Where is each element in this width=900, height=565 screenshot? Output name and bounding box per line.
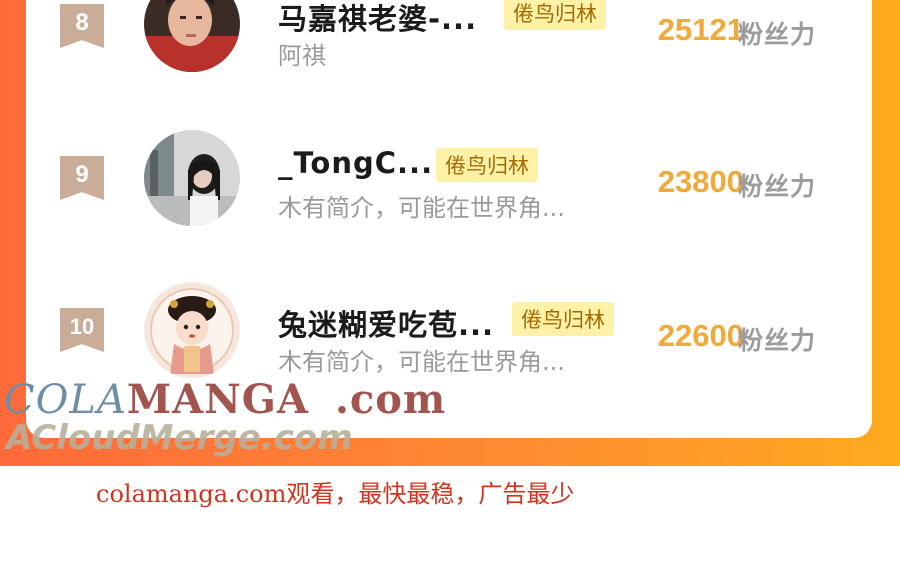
- ranking-row[interactable]: 9 _TongC... 倦鸟归林 木有简介，可能在世界角... 23800 粉丝…: [26, 124, 872, 244]
- site-watermark: COLAMANGA .com: [4, 376, 446, 423]
- group-tag: 倦鸟归林: [504, 0, 606, 30]
- user-name[interactable]: 兔迷糊爱吃苞...: [278, 302, 494, 344]
- group-tag: 倦鸟归林: [512, 302, 614, 336]
- watermark-part-manga: MANGA: [126, 376, 309, 423]
- cartoon-girl-avatar[interactable]: [144, 282, 240, 378]
- user-intro: 木有简介，可能在世界角...: [278, 348, 565, 376]
- fan-power-score: 23800: [657, 164, 744, 199]
- user-intro: 阿祺: [278, 42, 326, 70]
- portrait-photo-avatar[interactable]: [144, 0, 240, 72]
- girl-photo-avatar[interactable]: [144, 130, 240, 226]
- fan-power-unit: 粉丝力: [738, 20, 817, 49]
- user-name[interactable]: 马嘉祺老婆-...: [278, 0, 477, 38]
- rank-badge: 10: [60, 308, 104, 352]
- fan-power-unit: 粉丝力: [738, 172, 817, 201]
- user-name[interactable]: _TongC...: [278, 146, 433, 180]
- rank-badge: 8: [60, 4, 104, 48]
- promo-text[interactable]: colamanga.com观看，最快最稳，广告最少: [96, 474, 574, 509]
- avatar-image: [144, 282, 240, 378]
- ranking-row[interactable]: 8 马嘉祺老婆-... 倦鸟归林 阿祺 25121 粉丝力: [26, 0, 872, 90]
- fan-power-unit: 粉丝力: [738, 326, 817, 355]
- group-tag: 倦鸟归林: [436, 148, 538, 182]
- fan-power-score: 25121: [657, 12, 744, 47]
- watermark-part-cola: COLA: [4, 377, 127, 423]
- rank-badge: 9: [60, 156, 104, 200]
- avatar-image: [144, 0, 240, 72]
- fan-power-score: 22600: [657, 318, 744, 353]
- user-intro: 木有简介，可能在世界角...: [278, 194, 565, 222]
- watermark-part-com: .com: [334, 376, 447, 423]
- site-watermark-secondary: ACloudMerge.com: [6, 418, 353, 458]
- avatar-image: [144, 130, 240, 226]
- ranking-card: 8 马嘉祺老婆-... 倦鸟归林 阿祺 25121 粉丝力 9 _TongC..…: [26, 0, 872, 438]
